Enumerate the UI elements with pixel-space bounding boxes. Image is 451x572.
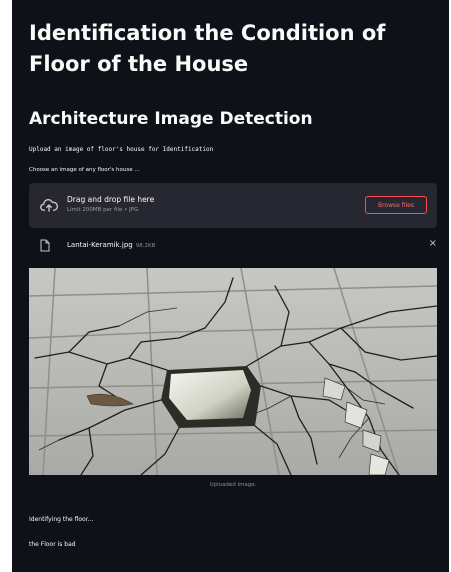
dropzone-text: Drag and drop file here Limit 200MB per … bbox=[67, 195, 154, 213]
cloud-upload-icon bbox=[40, 199, 58, 212]
uploaded-file-row: Lantai-Keramik.jpg 98.2KB × bbox=[29, 236, 437, 256]
file-icon bbox=[40, 239, 50, 252]
browse-files-button[interactable]: Browse files bbox=[365, 196, 427, 214]
file-name-text: Lantai-Keramik.jpg bbox=[67, 241, 133, 249]
page-title: Identification the Condition of Floor of… bbox=[29, 21, 386, 76]
instruction-text: Upload an image of floor's house for Ide… bbox=[29, 146, 214, 153]
page-subtitle: Architecture Image Detection bbox=[29, 109, 313, 129]
file-name: Lantai-Keramik.jpg 98.2KB bbox=[67, 241, 155, 249]
status-result: the Floor is bad bbox=[29, 541, 76, 548]
close-icon[interactable]: × bbox=[429, 238, 437, 249]
image-caption: Uploaded Image. bbox=[209, 482, 257, 488]
file-size: 98.2KB bbox=[135, 243, 156, 249]
dropzone-title: Drag and drop file here bbox=[67, 195, 155, 204]
uploaded-image bbox=[29, 268, 437, 475]
status-identifying: Identifying the floor... bbox=[29, 516, 94, 523]
file-dropzone[interactable]: Drag and drop file here Limit 200MB per … bbox=[29, 183, 437, 228]
cracked-floor-photo bbox=[29, 268, 437, 475]
streamlit-app: Identification the Condition of Floor of… bbox=[12, 0, 449, 572]
dropzone-limit: Limit 200MB per file • JPG bbox=[67, 207, 139, 213]
uploader-label: Choose an image of any floor's house ... bbox=[29, 167, 140, 173]
